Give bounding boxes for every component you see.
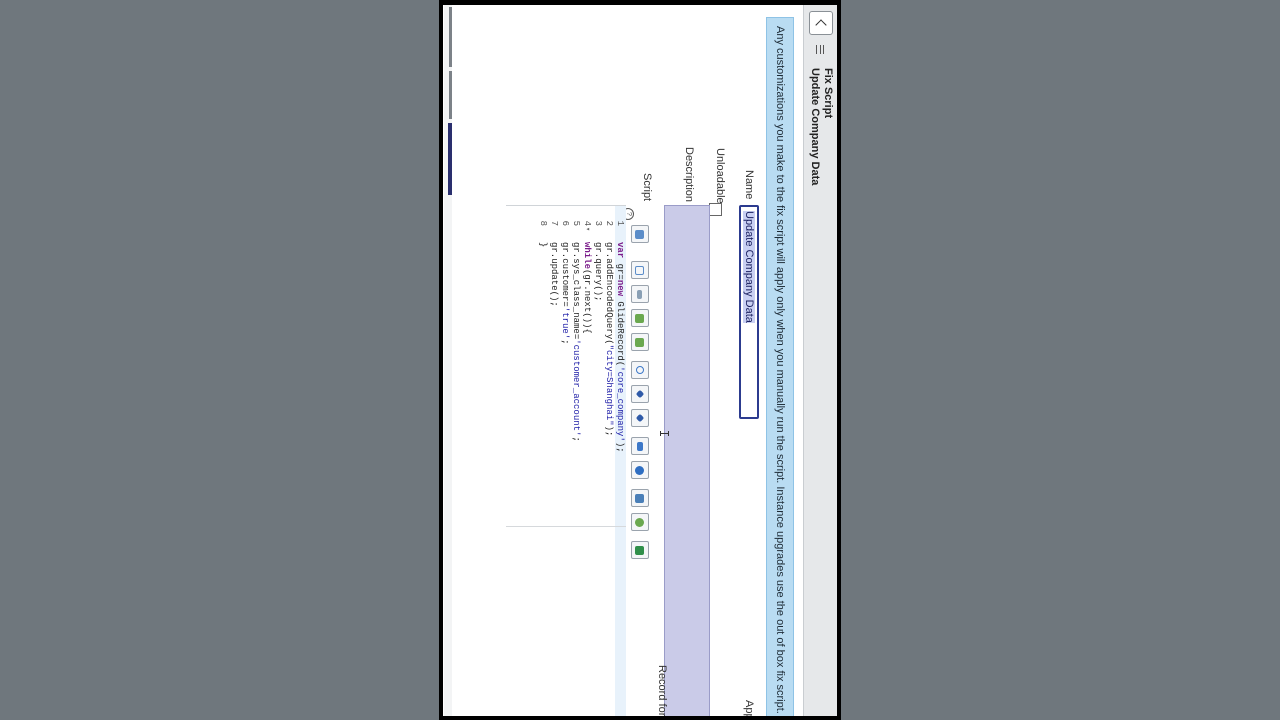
line-number: 7: [549, 220, 559, 226]
record-name-title: Update Company Data: [809, 68, 821, 186]
run-icon[interactable]: [631, 541, 649, 559]
find-next-icon[interactable]: [631, 385, 649, 403]
line-number: 3: [593, 220, 603, 226]
code-text: }: [538, 242, 548, 248]
comment-icon[interactable]: [631, 261, 649, 279]
phone-screen: Fix Script Update Company Data Any custo…: [443, 5, 837, 716]
code-text: gr.sys_class_name='customer_account';: [571, 242, 581, 442]
unloadable-checkbox[interactable]: [709, 203, 722, 216]
indent-icon[interactable]: [631, 309, 649, 327]
save-icon[interactable]: [631, 489, 649, 507]
rotated-form-view: Fix Script Update Company Data Any custo…: [444, 5, 837, 716]
name-input[interactable]: Update Company Data: [739, 205, 759, 419]
fullscreen-icon[interactable]: [631, 437, 649, 455]
script-editor[interactable]: 1 var gr=new GlideRecord('core_company');…: [506, 205, 626, 716]
name-label: Name: [743, 170, 755, 200]
code-text: gr.query();: [593, 242, 603, 302]
unloadable-label: Unloadable: [714, 148, 726, 204]
phone-frame: Fix Script Update Company Data Any custo…: [439, 0, 841, 720]
description-textarea[interactable]: [664, 205, 710, 716]
side-scrollbar[interactable]: [444, 5, 452, 716]
code-text: gr.update();: [549, 242, 559, 307]
code-text: gr.addEncodedQuery("city=Shanghai");: [604, 242, 614, 437]
line-number: 1: [615, 220, 625, 226]
find-prev-icon[interactable]: [631, 409, 649, 427]
replace-icon[interactable]: [631, 333, 649, 351]
hamburger-menu-icon[interactable]: [816, 45, 824, 54]
format-icon[interactable]: [631, 285, 649, 303]
line-number: 6: [560, 220, 570, 226]
line-number: 4: [582, 220, 592, 226]
code-text: while(gr.next()){: [582, 242, 592, 334]
text-cursor-icon: [660, 433, 669, 434]
script-include-icon[interactable]: [631, 513, 649, 531]
line-number: 5: [571, 220, 581, 226]
line-number: 2: [604, 220, 614, 226]
script-label: Script: [641, 173, 653, 202]
name-input-value: Update Company Data: [743, 211, 755, 323]
record-type-title: Fix Script: [822, 68, 834, 119]
application-label: App: [743, 700, 755, 716]
code-text: var gr=new GlideRecord('core_company');: [615, 242, 625, 453]
search-icon[interactable]: [631, 361, 649, 379]
chevron-left-icon: [815, 18, 827, 31]
toggle-syntax-icon[interactable]: [631, 225, 649, 243]
code-text: gr.customer='true';: [560, 242, 570, 345]
script-debugger-icon[interactable]: [631, 461, 649, 479]
form-header: Fix Script Update Company Data: [803, 5, 837, 716]
line-number: 8: [538, 220, 548, 226]
description-label: Description: [683, 147, 695, 203]
fold-toggle-icon[interactable]: ▾: [581, 227, 592, 231]
info-banner: Any customizations you make to the fix s…: [766, 17, 794, 716]
record-for-rollback-label: Record for r: [656, 665, 668, 716]
back-button[interactable]: [809, 11, 833, 35]
